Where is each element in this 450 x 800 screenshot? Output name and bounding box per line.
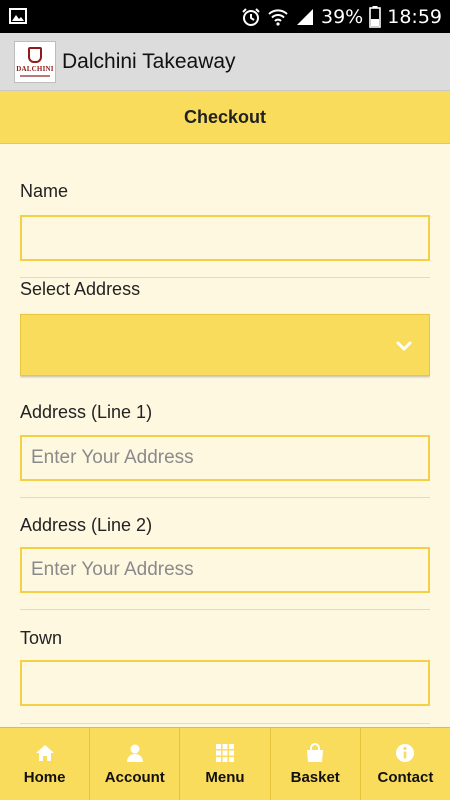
town-input[interactable]	[20, 660, 430, 706]
address-line2-input[interactable]	[20, 547, 430, 593]
address-line2-label: Address (Line 2)	[20, 515, 153, 535]
checkout-form: Name Select Address Address (Line 1) Add…	[20, 144, 430, 727]
gallery-notification-icon	[9, 8, 27, 24]
name-label: Name	[20, 181, 69, 201]
nav-contact-label: Contact	[377, 768, 434, 786]
clock: 18:59	[387, 5, 442, 28]
bottom-nav: Home Account Menu Basket Contact	[0, 727, 450, 800]
nav-contact[interactable]: Contact	[361, 728, 450, 800]
nav-basket-label: Basket	[290, 768, 340, 786]
chevron-down-icon	[396, 341, 412, 351]
battery-icon	[369, 5, 382, 28]
divider	[20, 277, 430, 278]
nav-account-label: Account	[104, 768, 165, 786]
select-address-dropdown[interactable]	[20, 314, 430, 376]
town-label: Town	[20, 628, 63, 648]
app-logo[interactable]: DALCHINI	[14, 40, 56, 83]
page-title: Checkout	[183, 106, 266, 127]
select-address-label: Select Address	[20, 279, 141, 299]
status-bar: 39% 18:59	[0, 0, 450, 33]
page-header: Checkout	[0, 91, 450, 144]
nav-account[interactable]: Account	[90, 728, 181, 800]
nav-menu[interactable]: Menu	[180, 728, 271, 800]
battery-percent: 39%	[321, 5, 364, 28]
grid-icon	[216, 743, 234, 762]
logo-emblem-icon	[28, 46, 42, 63]
signal-icon	[297, 8, 313, 25]
app-title: Dalchini Takeaway	[62, 49, 236, 73]
wifi-icon	[268, 8, 288, 26]
address-line1-label: Address (Line 1)	[20, 402, 153, 422]
home-icon	[35, 744, 54, 761]
info-icon	[396, 743, 415, 762]
alarm-icon	[242, 7, 260, 26]
user-icon	[126, 744, 143, 762]
logo-text: DALCHINI	[16, 64, 54, 73]
divider	[20, 497, 430, 498]
name-input[interactable]	[20, 215, 430, 261]
logo-underline	[20, 74, 50, 77]
nav-home[interactable]: Home	[0, 728, 91, 800]
address-line1-input[interactable]	[20, 435, 430, 481]
nav-menu-label: Menu	[205, 768, 245, 786]
nav-home-label: Home	[23, 768, 66, 786]
nav-basket[interactable]: Basket	[271, 728, 361, 800]
divider	[20, 609, 430, 610]
app-bar: DALCHINI Dalchini Takeaway	[0, 33, 450, 91]
bag-icon	[307, 742, 324, 762]
divider	[20, 723, 430, 724]
